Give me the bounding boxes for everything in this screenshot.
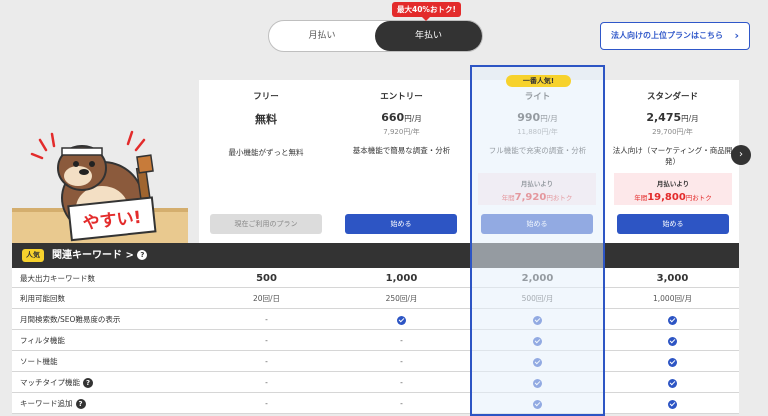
- plan-desc: フル機能で充実の調査・分析: [488, 146, 587, 155]
- promo-badge: 最大40%おトク!: [392, 2, 461, 21]
- feature-label: キーワード追加?: [20, 393, 86, 414]
- current-plan-button: 現在ご利用のプラン: [210, 214, 322, 234]
- plan-name: スタンダード: [646, 92, 698, 102]
- feature-cell: [605, 372, 740, 393]
- billing-toggle[interactable]: 月払い 年払い: [268, 20, 483, 52]
- plan-name: エントリー: [380, 92, 423, 102]
- feature-label: 利用可能回数: [20, 294, 65, 303]
- table-row: 月間検索数/SEO難易度の表示 -: [12, 309, 739, 330]
- plan-lite: ライト 990円/月 11,880円/年 フル機能で充実の調査・分析 月払いより…: [470, 80, 605, 243]
- table-row: ソート機能 - -: [12, 351, 739, 372]
- monthly-option[interactable]: 月払い: [269, 21, 375, 51]
- feature-cell: [470, 309, 605, 330]
- feature-cell: 20回/日: [252, 294, 281, 303]
- plan-price: 2,475円/月: [646, 111, 699, 124]
- check-icon: [533, 378, 542, 388]
- feature-cell: -: [400, 399, 403, 408]
- feature-cell: -: [265, 399, 268, 408]
- check-icon: [397, 315, 406, 325]
- plan-name: ライト: [524, 92, 551, 102]
- help-icon[interactable]: ?: [137, 250, 148, 260]
- table-row: フィルタ機能 - -: [12, 330, 739, 351]
- feature-cell: 250回/月: [385, 294, 418, 303]
- feature-label: フィルタ機能: [20, 336, 65, 345]
- table-row: 利用可能回数 20回/日 250回/月 500回/月 1,000回/月: [12, 288, 739, 309]
- start-standard-button[interactable]: 始める: [617, 214, 729, 234]
- feature-cell: [334, 309, 469, 330]
- feature-cell: [470, 330, 605, 351]
- check-icon: [668, 357, 677, 367]
- feature-cell: -: [265, 378, 268, 387]
- plans-panel: フリー 無料 最小機能がずっと無料 現在ご利用のプラン エントリー 660円/月…: [199, 80, 739, 243]
- feature-cell: 2,000: [521, 273, 554, 284]
- plan-free: フリー 無料 最小機能がずっと無料 現在ご利用のプラン: [199, 80, 333, 243]
- check-icon: [668, 336, 677, 346]
- section-title: 関連キーワード > ?: [52, 243, 148, 268]
- table-row: キーワード追加? - -: [12, 393, 739, 414]
- check-icon: [533, 336, 542, 346]
- feature-cell: 1,000回/月: [653, 294, 692, 303]
- start-entry-button[interactable]: 始める: [345, 214, 457, 234]
- feature-cell: [470, 393, 605, 414]
- chevron-right-icon[interactable]: ›: [731, 145, 751, 165]
- plan-desc: 最小機能がずっと無料: [228, 148, 304, 157]
- corporate-plans-label: 法人向けの上位プランはこちら: [611, 31, 723, 40]
- feature-label: マッチタイプ機能?: [20, 372, 93, 393]
- plan-entry: エントリー 660円/月 7,920円/年 基本機能で簡易な調査・分析 始める: [334, 80, 469, 243]
- feature-cell: 1,000: [385, 273, 418, 284]
- popular-tag: 人気: [22, 249, 44, 262]
- corporate-plans-button[interactable]: 法人向けの上位プランはこちら ›: [600, 22, 750, 50]
- plan-standard: スタンダード 2,475円/月 29,700円/年 法人向け（マーケティング・商…: [606, 80, 739, 243]
- check-icon: [668, 399, 677, 409]
- chevron-right-icon: ›: [734, 29, 739, 42]
- feature-section-header[interactable]: 人気 関連キーワード > ?: [12, 243, 739, 268]
- feature-cell: [470, 351, 605, 372]
- feature-cell: 500回/月: [521, 294, 554, 303]
- feature-cell: [605, 351, 740, 372]
- savings-box: 月払いより 年間7,920円おトク: [478, 173, 596, 205]
- feature-label: ソート機能: [20, 357, 58, 366]
- table-row: マッチタイプ機能? - -: [12, 372, 739, 393]
- savings-box: 月払いより 年間19,800円おトク: [614, 173, 732, 205]
- help-icon[interactable]: ?: [75, 399, 86, 409]
- feature-cell: 500: [256, 273, 277, 284]
- table-row: 最大出力キーワード数 500 1,000 2,000 3,000: [12, 268, 739, 288]
- check-icon: [668, 315, 677, 325]
- plan-annual-price: 7,920円/年: [383, 128, 420, 136]
- feature-cell: -: [400, 357, 403, 366]
- feature-label: 最大出力キーワード数: [20, 274, 95, 283]
- check-icon: [668, 378, 677, 388]
- check-icon: [533, 399, 542, 409]
- feature-cell: 3,000: [656, 273, 689, 284]
- plan-price: 990円/月: [517, 111, 558, 124]
- feature-cell: [605, 309, 740, 330]
- feature-cell: -: [265, 315, 268, 324]
- feature-cell: [470, 372, 605, 393]
- check-icon: [533, 315, 542, 325]
- feature-label: 月間検索数/SEO難易度の表示: [20, 315, 121, 324]
- annual-option[interactable]: 年払い: [375, 21, 482, 51]
- plan-price: 無料: [255, 113, 277, 126]
- mascot-illustration: やすい!: [12, 130, 188, 243]
- feature-cell: [605, 393, 740, 414]
- feature-cell: -: [400, 336, 403, 345]
- plan-annual-price: 29,700円/年: [652, 128, 693, 136]
- plan-price: 660円/月: [381, 111, 422, 124]
- plan-desc: 法人向け（マーケティング・商品開発）: [612, 146, 733, 166]
- plan-annual-price: 11,880円/年: [517, 128, 558, 136]
- help-icon[interactable]: ?: [83, 378, 93, 388]
- popular-badge: 一番人気!: [506, 75, 571, 87]
- start-lite-button[interactable]: 始める: [481, 214, 593, 234]
- plan-desc: 基本機能で簡易な調査・分析: [352, 146, 451, 155]
- feature-cell: -: [265, 336, 268, 345]
- check-icon: [533, 357, 542, 367]
- feature-cell: [605, 330, 740, 351]
- feature-table: 最大出力キーワード数 500 1,000 2,000 3,000 利用可能回数 20回/日 2…: [12, 268, 739, 414]
- feature-cell: -: [400, 378, 403, 387]
- plan-name: フリー: [253, 92, 279, 102]
- feature-cell: -: [265, 357, 268, 366]
